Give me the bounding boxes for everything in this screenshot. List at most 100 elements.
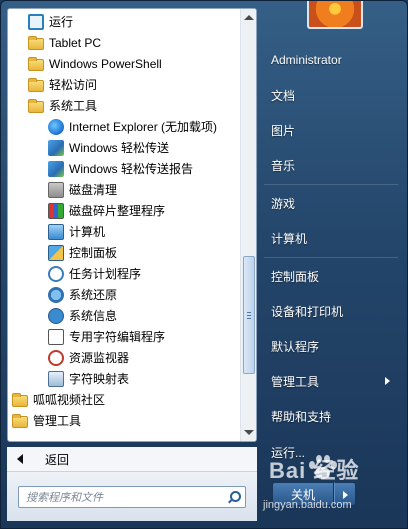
program-private-character-editor[interactable]: 专用字符编辑程序	[8, 326, 242, 347]
program-run[interactable]: 运行	[8, 11, 242, 32]
system-restore-icon	[48, 286, 64, 303]
right-item-default-programs[interactable]: 默认程序	[264, 331, 398, 361]
back-arrow-icon	[17, 454, 23, 464]
right-item-label: 设备和打印机	[271, 304, 344, 319]
right-item-label: 音乐	[271, 158, 296, 173]
program-label: Internet Explorer (无加载项)	[69, 120, 218, 134]
right-item-label: 计算机	[271, 231, 308, 246]
right-item-label: 默认程序	[271, 339, 320, 354]
right-item-label: 图片	[271, 123, 296, 138]
right-item-documents[interactable]: 文档	[264, 80, 398, 110]
program-disk-defragmenter[interactable]: 磁盘碎片整理程序	[8, 200, 242, 221]
easy-transfer-report-icon	[48, 160, 64, 177]
program-label: 专用字符编辑程序	[69, 330, 166, 344]
watermark-url: jingyan.baidu.com	[263, 499, 352, 511]
baidu-paw-icon	[307, 455, 337, 481]
submenu-arrow-icon	[385, 377, 390, 385]
scroll-up-arrow-icon[interactable]	[244, 15, 254, 20]
search-area: 搜索程序和文件	[7, 471, 257, 521]
scroll-thumb[interactable]	[243, 256, 255, 374]
start-menu: 运行 Tablet PC Windows PowerShell 轻松访问 系统工…	[0, 0, 408, 529]
all-programs-list: 运行 Tablet PC Windows PowerShell 轻松访问 系统工…	[8, 9, 242, 441]
easy-transfer-icon	[48, 139, 64, 156]
grip-line	[247, 315, 251, 316]
folder-icon	[28, 56, 44, 71]
program-system-information[interactable]: 系统信息	[8, 305, 242, 326]
right-item-label: 帮助和支持	[271, 409, 332, 424]
watermark: Bai 经验 jingyan.baidu.com	[259, 453, 399, 523]
right-item-pictures[interactable]: 图片	[264, 115, 398, 145]
folder-icon	[12, 413, 28, 428]
right-item-label: 控制面板	[271, 269, 320, 284]
program-label: 资源监视器	[69, 351, 130, 365]
program-label: Tablet PC	[49, 35, 102, 50]
right-item-control-panel[interactable]: 控制面板	[264, 261, 398, 291]
right-item-help-support[interactable]: 帮助和支持	[264, 401, 398, 431]
search-icon[interactable]	[227, 490, 241, 504]
right-item-computer[interactable]: 计算机	[264, 223, 398, 253]
program-label: 管理工具	[33, 414, 82, 428]
folder-icon	[28, 35, 44, 50]
program-label: 系统工具	[49, 99, 98, 113]
folder-windows-powershell[interactable]: Windows PowerShell	[8, 53, 242, 74]
folder-guagua-video[interactable]: 呱呱视频社区	[8, 389, 242, 410]
grip-line	[247, 318, 251, 319]
system-information-icon	[48, 307, 64, 324]
right-separator	[264, 184, 398, 185]
internet-explorer-icon	[48, 118, 64, 135]
program-label: 运行	[49, 15, 74, 29]
program-label: Windows 轻松传送	[69, 141, 170, 155]
right-item-label: 管理工具	[271, 374, 320, 389]
folder-system-tools[interactable]: 系统工具	[8, 95, 242, 116]
program-label: Windows PowerShell	[49, 56, 162, 71]
program-resource-monitor[interactable]: 资源监视器	[8, 347, 242, 368]
control-panel-icon	[48, 244, 64, 261]
back-button[interactable]: 返回	[7, 447, 257, 471]
right-item-devices-printers[interactable]: 设备和打印机	[264, 296, 398, 326]
scroll-down-arrow-icon[interactable]	[244, 430, 254, 435]
program-disk-cleanup[interactable]: 磁盘清理	[8, 179, 242, 200]
back-label: 返回	[45, 452, 70, 467]
program-label: 计算机	[69, 225, 106, 239]
program-label: 磁盘碎片整理程序	[69, 204, 166, 218]
folder-icon	[12, 392, 28, 407]
right-item-music[interactable]: 音乐	[264, 150, 398, 180]
private-character-editor-icon	[48, 328, 64, 345]
folder-icon	[28, 77, 44, 92]
right-separator	[264, 257, 398, 258]
program-label: 呱呱视频社区	[33, 393, 106, 407]
folder-accessibility[interactable]: 轻松访问	[8, 74, 242, 95]
right-item-games[interactable]: 游戏	[264, 188, 398, 218]
program-computer[interactable]: 计算机	[8, 221, 242, 242]
disk-cleanup-icon	[48, 181, 64, 198]
program-easy-transfer-report[interactable]: Windows 轻松传送报告	[8, 158, 242, 179]
program-task-scheduler[interactable]: 任务计划程序	[8, 263, 242, 284]
program-control-panel[interactable]: 控制面板	[8, 242, 242, 263]
program-label: Windows 轻松传送报告	[69, 162, 194, 176]
program-label: 任务计划程序	[69, 267, 142, 281]
right-item-administrator[interactable]: Administrator	[264, 45, 398, 75]
program-label: 系统信息	[69, 309, 118, 323]
disk-defragmenter-icon	[48, 202, 64, 219]
program-label: 控制面板	[69, 246, 118, 260]
program-system-restore[interactable]: 系统还原	[8, 284, 242, 305]
right-item-label: 文档	[271, 88, 296, 103]
search-input[interactable]: 搜索程序和文件	[18, 486, 246, 508]
folder-tablet-pc[interactable]: Tablet PC	[8, 32, 242, 53]
program-character-map[interactable]: 字符映射表	[8, 368, 242, 389]
user-avatar[interactable]	[307, 1, 363, 29]
right-item-administrative-tools[interactable]: 管理工具	[264, 366, 398, 396]
program-label: 系统还原	[69, 288, 118, 302]
run-icon	[28, 13, 44, 30]
program-internet-explorer[interactable]: Internet Explorer (无加载项)	[8, 116, 242, 137]
program-label: 字符映射表	[69, 372, 130, 386]
grip-line	[247, 312, 251, 313]
program-label: 磁盘清理	[69, 183, 118, 197]
programs-scrollbar[interactable]	[240, 9, 256, 441]
task-scheduler-icon	[48, 265, 64, 282]
right-item-label: Administrator	[271, 53, 342, 67]
folder-administrative-tools[interactable]: 管理工具	[8, 410, 242, 431]
program-easy-transfer[interactable]: Windows 轻松传送	[8, 137, 242, 158]
program-label: 轻松访问	[49, 78, 98, 92]
folder-icon	[28, 98, 44, 113]
